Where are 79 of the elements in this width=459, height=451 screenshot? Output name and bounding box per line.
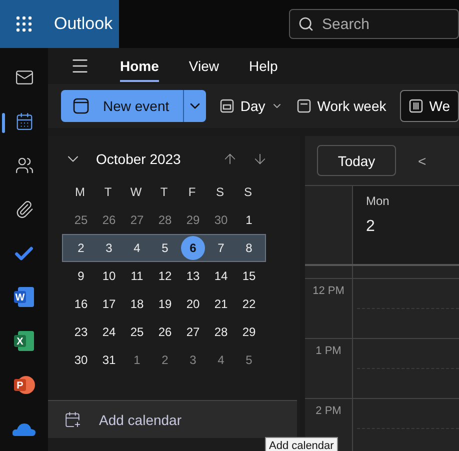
cloud-icon[interactable] (12, 422, 36, 436)
calendar-day[interactable]: 16 (69, 292, 93, 316)
today-button[interactable]: Today (317, 145, 396, 176)
work-week-icon (297, 99, 312, 113)
calendar-day[interactable]: 5 (153, 236, 177, 260)
calendar-day[interactable]: 8 (237, 236, 261, 260)
calendar-day[interactable]: 25 (69, 208, 93, 232)
calendar-day[interactable]: 11 (125, 264, 149, 288)
calendar-icon[interactable] (14, 112, 34, 132)
view-button[interactable]: Day (220, 90, 284, 122)
calendar-day[interactable]: 1 (237, 208, 261, 232)
calendar-day[interactable]: 23 (69, 320, 93, 344)
previous-button[interactable]: < (418, 152, 426, 168)
view-button[interactable]: Work week (297, 90, 386, 122)
calendar-day[interactable]: 4 (125, 236, 149, 260)
search-field[interactable]: Search (289, 9, 459, 39)
calendar-day[interactable]: 29 (181, 208, 205, 232)
weekday-label: F (188, 185, 196, 199)
view-button[interactable]: We (400, 90, 459, 122)
tooltip: Add calendar (265, 437, 338, 451)
calendar-day[interactable]: 18 (125, 292, 149, 316)
day-name: Mon (366, 194, 390, 208)
tab[interactable]: Help (249, 50, 278, 82)
calendar-day[interactable]: 6 (181, 236, 205, 260)
calendar-day[interactable]: 28 (209, 320, 233, 344)
calendar-icon (73, 98, 89, 114)
calendar-day[interactable]: 2 (153, 348, 177, 372)
calendar-day[interactable]: 3 (181, 348, 205, 372)
calendar-day[interactable]: 28 (153, 208, 177, 232)
app-launcher-icon[interactable] (16, 16, 32, 32)
calendar-day[interactable]: 4 (209, 348, 233, 372)
selection-indicator (2, 112, 5, 133)
calendar-day[interactable]: 5 (237, 348, 261, 372)
calendar-day[interactable]: 19 (153, 292, 177, 316)
calendar-day[interactable]: 2 (69, 236, 93, 260)
time-label: 12 PM (305, 279, 353, 338)
calendar-day[interactable]: 15 (237, 264, 261, 288)
calendar-day[interactable]: 26 (97, 208, 121, 232)
calendar-day[interactable]: 1 (125, 348, 149, 372)
calendar-day[interactable]: 3 (97, 236, 121, 260)
month-title: October 2023 (96, 151, 182, 167)
calendar-day[interactable]: 7 (209, 236, 233, 260)
calendar-day[interactable]: 27 (125, 208, 149, 232)
people-icon[interactable] (14, 156, 34, 176)
calendar-day[interactable]: 10 (97, 264, 121, 288)
weekday-label: S (216, 185, 224, 199)
calendar-day[interactable]: 21 (209, 292, 233, 316)
weekday-label: T (104, 185, 112, 199)
day-view-icon (220, 99, 234, 113)
calendar-day[interactable]: 31 (97, 348, 121, 372)
calendar-plus-icon (64, 411, 81, 428)
tab[interactable]: Home (120, 50, 159, 82)
calendar-day[interactable]: 26 (153, 320, 177, 344)
calendar-day[interactable]: 12 (153, 264, 177, 288)
weekday-label: T (160, 185, 168, 199)
calendar-day[interactable]: 27 (181, 320, 205, 344)
day-number: 2 (366, 218, 376, 236)
week-view-icon (409, 99, 424, 113)
tab[interactable]: View (188, 50, 219, 82)
calendar-day[interactable]: 9 (69, 264, 93, 288)
paperclip-icon[interactable] (14, 200, 34, 220)
weekday-label: W (130, 185, 142, 199)
calendar-day[interactable]: 13 (181, 264, 205, 288)
add-calendar-button[interactable]: Add calendar (48, 400, 297, 438)
app-title: Outlook (54, 14, 113, 34)
search-icon (298, 16, 314, 32)
calendar-day[interactable]: 20 (181, 292, 205, 316)
calendar-day[interactable]: 30 (209, 208, 233, 232)
calendar-day[interactable]: 29 (237, 320, 261, 344)
weekday-label: S (244, 185, 252, 199)
calendar-day[interactable]: 25 (125, 320, 149, 344)
weekday-label: M (75, 185, 85, 199)
calendar-day[interactable]: 14 (209, 264, 233, 288)
calendar-day[interactable]: 22 (237, 292, 261, 316)
time-label: 1 PM (305, 339, 353, 398)
calendar-day[interactable]: 30 (69, 348, 93, 372)
calendar-day[interactable]: 17 (97, 292, 121, 316)
mail-icon[interactable] (14, 68, 34, 88)
calendar-day[interactable]: 24 (97, 320, 121, 344)
